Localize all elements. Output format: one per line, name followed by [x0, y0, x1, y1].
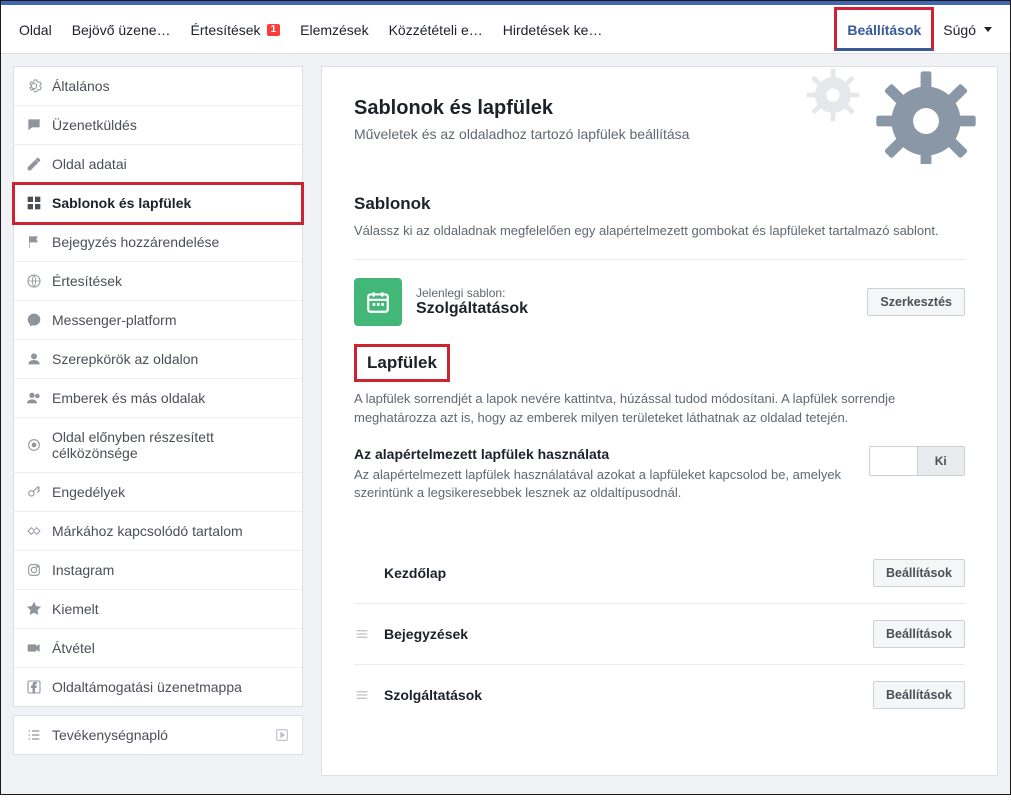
- sidebar-item-instagram[interactable]: Instagram: [14, 551, 302, 590]
- gear-illustration: [803, 67, 991, 164]
- sidebar-item-featured[interactable]: Kiemelt: [14, 590, 302, 629]
- globe-icon: [26, 273, 42, 289]
- key-icon: [26, 484, 42, 500]
- nav-help[interactable]: Súgó: [933, 5, 1002, 53]
- pencil-icon: [26, 156, 42, 172]
- target-icon: [26, 437, 42, 453]
- flag-icon: [26, 234, 42, 250]
- sidebar-item-branded-content[interactable]: Márkához kapcsolódó tartalom: [14, 512, 302, 551]
- sidebar-item-crossposting[interactable]: Átvétel: [14, 629, 302, 668]
- instagram-icon: [26, 562, 42, 578]
- calendar-icon: [354, 278, 402, 326]
- chevron-down-icon: [984, 27, 992, 32]
- tab-row-services[interactable]: Szolgáltatások Beállítások: [354, 665, 965, 725]
- templates-heading: Sablonok: [354, 194, 965, 214]
- nav-settings[interactable]: Beállítások: [834, 7, 934, 51]
- drag-handle-icon[interactable]: [354, 687, 370, 703]
- sidebar-item-post-attribution[interactable]: Bejegyzés hozzárendelése: [14, 223, 302, 262]
- templates-desc: Válassz ki az oldaladnak megfelelően egy…: [354, 222, 965, 241]
- sidebar-item-activity-log[interactable]: Tevékenységnapló: [14, 716, 302, 754]
- sidebar-item-general[interactable]: Általános: [14, 67, 302, 106]
- current-template-value: Szolgáltatások: [416, 300, 528, 318]
- nav-notifications[interactable]: Értesítések 1: [181, 5, 291, 53]
- default-tabs-title: Az alapértelmezett lapfülek használata: [354, 446, 847, 462]
- nav-insights[interactable]: Elemzések: [290, 5, 378, 53]
- facebook-icon: [26, 679, 42, 695]
- list-icon: [26, 727, 42, 743]
- handshake-icon: [26, 523, 42, 539]
- sidebar-item-people-pages[interactable]: Emberek és más oldalak: [14, 379, 302, 418]
- messenger-icon: [26, 312, 42, 328]
- sidebar-item-authorizations[interactable]: Engedélyek: [14, 473, 302, 512]
- sidebar-item-messaging[interactable]: Üzenetküldés: [14, 106, 302, 145]
- default-tabs-toggle[interactable]: Ki: [869, 446, 965, 476]
- current-template-row: Jelenlegi sablon: Szolgáltatások Szerkes…: [354, 278, 965, 326]
- notifications-badge: 1: [267, 24, 281, 36]
- toggle-on: [870, 447, 917, 475]
- sidebar-item-preferred-audience[interactable]: Oldal előnyben részesített célközönsége: [14, 418, 302, 473]
- nav-ads[interactable]: Hirdetések ke…: [493, 5, 613, 53]
- nav-inbox[interactable]: Bejövő üzene…: [62, 5, 181, 53]
- drag-handle-icon[interactable]: [354, 626, 370, 642]
- tabs-desc: A lapfülek sorrendjét a lapok nevére kat…: [354, 390, 965, 428]
- tabs-heading: Lapfülek: [354, 344, 450, 382]
- nav-page[interactable]: Oldal: [9, 5, 62, 53]
- tab-settings-button[interactable]: Beállítások: [873, 620, 965, 648]
- main-panel: Sablonok és lapfülek Műveletek és az old…: [321, 66, 998, 776]
- top-nav: Oldal Bejövő üzene… Értesítések 1 Elemzé…: [1, 5, 1010, 54]
- nav-publishing[interactable]: Közzétételi e…: [379, 5, 493, 53]
- sidebar-item-page-info[interactable]: Oldal adatai: [14, 145, 302, 184]
- grid-icon: [26, 195, 42, 211]
- people-icon: [26, 390, 42, 406]
- video-icon: [26, 640, 42, 656]
- settings-sidebar: Általános Üzenetküldés Oldal adatai Sabl…: [13, 66, 303, 776]
- chat-icon: [26, 117, 42, 133]
- default-tabs-desc: Az alapértelmezett lapfülek használatáva…: [354, 466, 847, 504]
- current-template-label: Jelenlegi sablon:: [416, 286, 528, 300]
- edit-template-button[interactable]: Szerkesztés: [867, 288, 965, 316]
- sidebar-item-notifications[interactable]: Értesítések: [14, 262, 302, 301]
- sidebar-item-templates-tabs[interactable]: Sablonok és lapfülek: [14, 184, 302, 223]
- tab-row-posts[interactable]: Bejegyzések Beállítások: [354, 604, 965, 665]
- sidebar-item-page-roles[interactable]: Szerepkörök az oldalon: [14, 340, 302, 379]
- toggle-off: Ki: [917, 447, 965, 475]
- tab-row-home[interactable]: Kezdőlap Beállítások: [354, 543, 965, 604]
- sidebar-item-messenger-platform[interactable]: Messenger-platform: [14, 301, 302, 340]
- open-icon: [274, 727, 290, 743]
- sidebar-item-support-inbox[interactable]: Oldaltámogatási üzenetmappa: [14, 668, 302, 706]
- person-icon: [26, 351, 42, 367]
- tab-settings-button[interactable]: Beállítások: [873, 559, 965, 587]
- star-icon: [26, 601, 42, 617]
- tab-settings-button[interactable]: Beállítások: [873, 681, 965, 709]
- gear-icon: [26, 78, 42, 94]
